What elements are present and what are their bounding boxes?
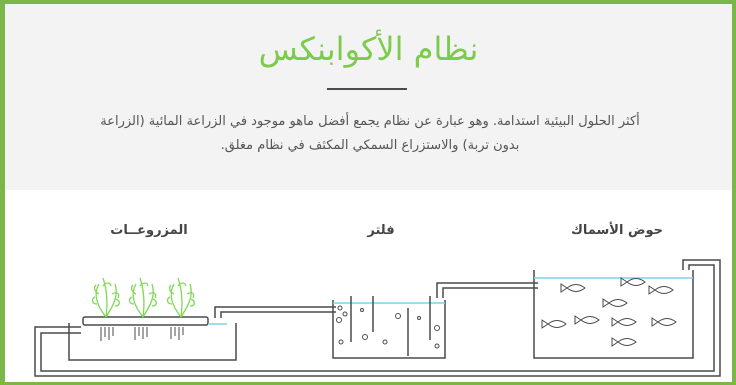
aquaponics-diagram: حوض الأسماك فلتر المزروعــات <box>34 221 721 377</box>
grow-bed <box>68 323 237 361</box>
fish-icon <box>560 283 586 293</box>
plant-icon <box>91 277 120 318</box>
plant-icon <box>166 277 195 318</box>
plants-group <box>91 277 195 318</box>
tank-to-filter-pipe <box>436 282 538 298</box>
page-frame: نظام الأكوابنكس أكثر الحلول البيئية استد… <box>0 0 736 385</box>
fish-icon <box>574 315 600 325</box>
fish-icon <box>651 317 677 327</box>
title-divider <box>327 88 407 90</box>
fish-group <box>541 277 677 347</box>
plant-raft <box>82 316 209 326</box>
filter-label: فلتر <box>366 223 394 238</box>
fish-icon <box>602 298 628 308</box>
fish-icon <box>541 319 567 329</box>
fish-icon <box>611 317 637 327</box>
fish-icon <box>611 337 637 347</box>
intro-text: أكثر الحلول البيئية استدامة. وهو عبارة ع… <box>100 114 640 153</box>
fish-icon <box>620 277 646 287</box>
filter-particles <box>336 305 440 349</box>
header-section: نظام الأكوابنكس أكثر الحلول البيئية استد… <box>5 4 732 190</box>
fish-tank-label: حوض الأسماك <box>571 221 663 238</box>
page-title: نظام الأكوابنكس <box>258 30 479 68</box>
plant-icon <box>128 277 157 318</box>
filter-box <box>332 300 446 359</box>
fish-icon <box>648 285 674 295</box>
plants-label: المزروعــات <box>110 223 187 238</box>
